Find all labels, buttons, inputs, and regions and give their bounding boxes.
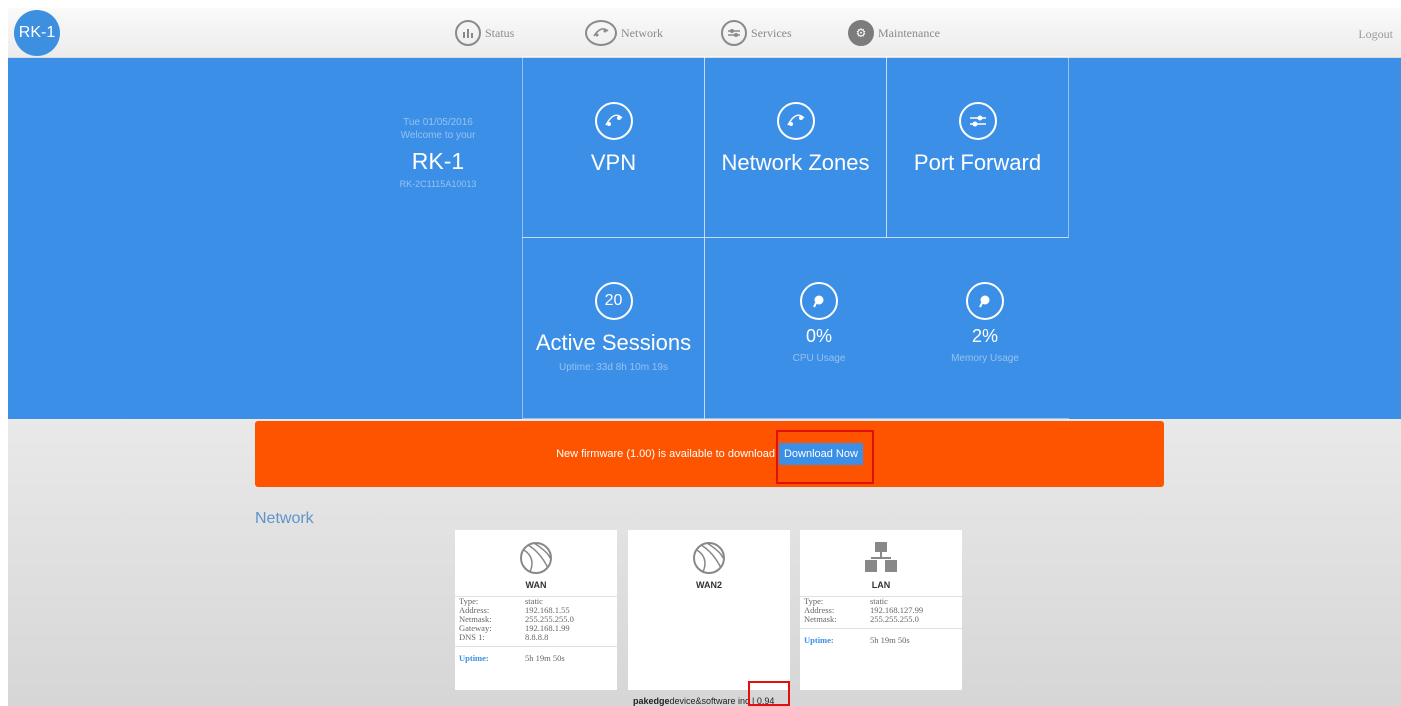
highlight-box-download — [776, 430, 874, 484]
port-forward-label: Port Forward — [913, 150, 1042, 175]
network-zones-tile[interactable]: Network Zones — [704, 56, 887, 238]
wan-title: WAN — [525, 580, 547, 590]
port-forward-tile[interactable]: Port Forward — [886, 56, 1069, 238]
uptime-value: 5h 19m 50s — [525, 653, 565, 663]
firmware-message: New firmware (1.00) is available to down… — [556, 448, 775, 460]
lan-hierarchy-icon — [861, 538, 901, 578]
wan-uptime-row: Uptime: 5h 19m 50s — [455, 646, 617, 663]
cpu-usage-block: 0% CPU Usage — [769, 282, 869, 364]
nav-status-label: Status — [485, 25, 515, 40]
nav-maintenance-label: Maintenance — [878, 25, 940, 40]
nav-services[interactable]: Services — [721, 20, 792, 46]
services-icon — [721, 20, 747, 46]
cpu-usage-value: 0% — [805, 326, 832, 346]
lan-uptime-row: Uptime: 5h 19m 50s — [800, 628, 962, 645]
gear-icon: ⚙ — [848, 20, 874, 46]
globe-icon — [516, 538, 556, 578]
firmware-banner: New firmware (1.00) is available to down… — [255, 421, 1164, 487]
sessions-count-badge: 20 — [594, 282, 633, 320]
memory-usage-label: Memory Usage — [951, 353, 1019, 364]
lan-card[interactable]: LAN Type: static Address: 192.168.127.99 N… — [800, 530, 962, 690]
table-row: DNS 1: 8.8.8.8 — [459, 632, 549, 642]
vpn-icon — [594, 102, 633, 140]
table-row: Netmask: 255.255.255.0 — [804, 614, 919, 624]
wan-card[interactable]: WAN Type: static Address: 192.168.1.55 Net… — [455, 530, 617, 690]
vpn-tile[interactable]: VPN — [522, 56, 705, 238]
nav-maintenance[interactable]: ⚙ Maintenance — [848, 20, 940, 46]
active-sessions-tile[interactable]: 20 Active Sessions Uptime: 33d 8h 10m 19… — [522, 237, 705, 419]
welcome-block: Tue 01/05/2016 Welcome to your RK-1 RK-2… — [378, 116, 498, 189]
cpu-usage-label: CPU Usage — [792, 353, 846, 364]
memory-usage-value: 2% — [971, 326, 998, 346]
highlight-box-version — [748, 681, 790, 706]
wan2-title: WAN2 — [695, 580, 722, 590]
nav-services-label: Services — [751, 25, 792, 40]
network-section-title: Network — [255, 510, 314, 527]
wan2-card[interactable]: WAN2 — [628, 530, 790, 690]
lan-details-table: Type: static Address: 192.168.127.99 Netma… — [800, 596, 962, 624]
cpu-gauge-icon — [800, 282, 838, 320]
usage-tile: 0% CPU Usage 2% Memory Usage — [704, 237, 1069, 419]
vpn-label: VPN — [590, 150, 637, 175]
lan-title: LAN — [871, 580, 891, 590]
active-sessions-label: Active Sessions — [535, 330, 692, 355]
device-name: RK-1 — [411, 148, 465, 174]
logout-link[interactable]: Logout — [1358, 27, 1393, 42]
rk1-logo[interactable]: RK-1 — [14, 10, 60, 56]
memory-usage-block: 2% Memory Usage — [935, 282, 1035, 364]
nav-network-label: Network — [621, 25, 663, 40]
network-icon — [585, 20, 617, 46]
welcome-text: Welcome to your — [400, 130, 476, 141]
date-text: Tue 01/05/2016 — [403, 117, 473, 128]
bar-chart-icon — [455, 20, 481, 46]
hero-panel: Tue 01/05/2016 Welcome to your RK-1 RK-2… — [8, 56, 1401, 419]
globe-icon — [689, 538, 729, 578]
wan-details-table: Type: static Address: 192.168.1.55 Netmask… — [455, 596, 617, 642]
uptime-label: Uptime: — [804, 635, 834, 645]
port-forward-icon — [958, 102, 997, 140]
top-nav-bar: RK-1 Status Network Services ⚙ Maintenan… — [8, 8, 1401, 58]
nav-network[interactable]: Network — [585, 20, 663, 46]
footer-brand: pakedge — [633, 696, 670, 706]
uptime-value: 5h 19m 50s — [870, 635, 910, 645]
nav-status[interactable]: Status — [455, 20, 514, 46]
serial-number: RK-2C1115A10013 — [399, 179, 477, 189]
uptime-label: Uptime: — [459, 653, 489, 663]
memory-gauge-icon — [966, 282, 1004, 320]
network-zones-icon — [776, 102, 815, 140]
network-zones-label: Network Zones — [721, 150, 870, 175]
uptime-text: Uptime: 33d 8h 10m 19s — [559, 362, 668, 373]
